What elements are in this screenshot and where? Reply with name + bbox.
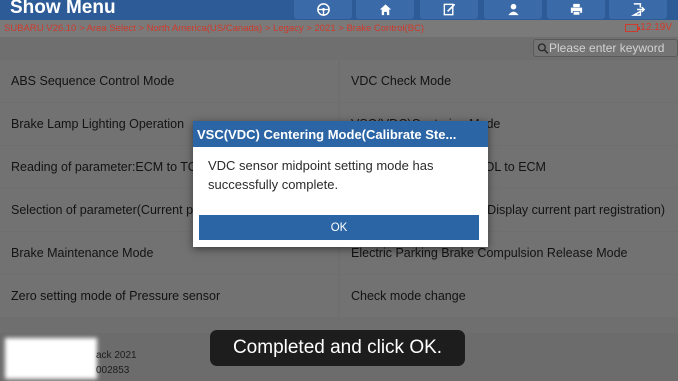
battery-voltage: 12.19V [640,22,672,33]
menu-item-check-mode-change[interactable]: Check mode change [340,275,678,317]
print-button[interactable] [547,0,605,19]
exit-icon [630,3,645,16]
battery-icon [625,23,641,32]
menu-item-abs-sequence-control[interactable]: ABS Sequence Control Mode [0,60,338,102]
top-bar: Show Menu [0,0,678,20]
dialog-title: VSC(VDC) Centering Mode(Calibrate Ste... [193,121,488,147]
caption: Completed and click OK. [210,330,465,366]
breadcrumb-bar: SUBARU V26.10 > Area Select > North Amer… [0,20,678,37]
search-input[interactable] [549,41,677,55]
report-icon [443,3,455,16]
report-button[interactable] [420,0,478,19]
menu-item-zero-setting-pressure[interactable]: Zero setting mode of Pressure sensor [0,275,338,317]
home-button[interactable] [356,0,414,19]
menu-item-vdc-check[interactable]: VDC Check Mode [340,60,678,102]
print-icon [570,3,582,16]
breadcrumb: SUBARU V26.10 > Area Select > North Amer… [4,23,425,34]
redacted-area [5,338,97,379]
completion-dialog: VSC(VDC) Centering Mode(Calibrate Ste...… [193,121,488,247]
dialog-message: VDC sensor midpoint setting mode has suc… [208,158,434,192]
exit-button[interactable] [609,0,667,19]
vehicle-info: ack 2021 [96,350,137,361]
user-button[interactable] [484,0,542,19]
search-row [0,37,678,59]
vin-info: 002853 [96,365,130,376]
app-title: Show Menu [10,0,116,18]
search-icon [537,42,549,54]
ok-button[interactable]: OK [199,215,479,240]
search-box[interactable] [533,39,678,57]
steering-wheel-button[interactable] [294,0,352,19]
user-icon [507,3,519,16]
battery-status: 12.19V [625,22,672,33]
steering-wheel-icon [316,3,330,16]
home-icon [379,4,391,16]
